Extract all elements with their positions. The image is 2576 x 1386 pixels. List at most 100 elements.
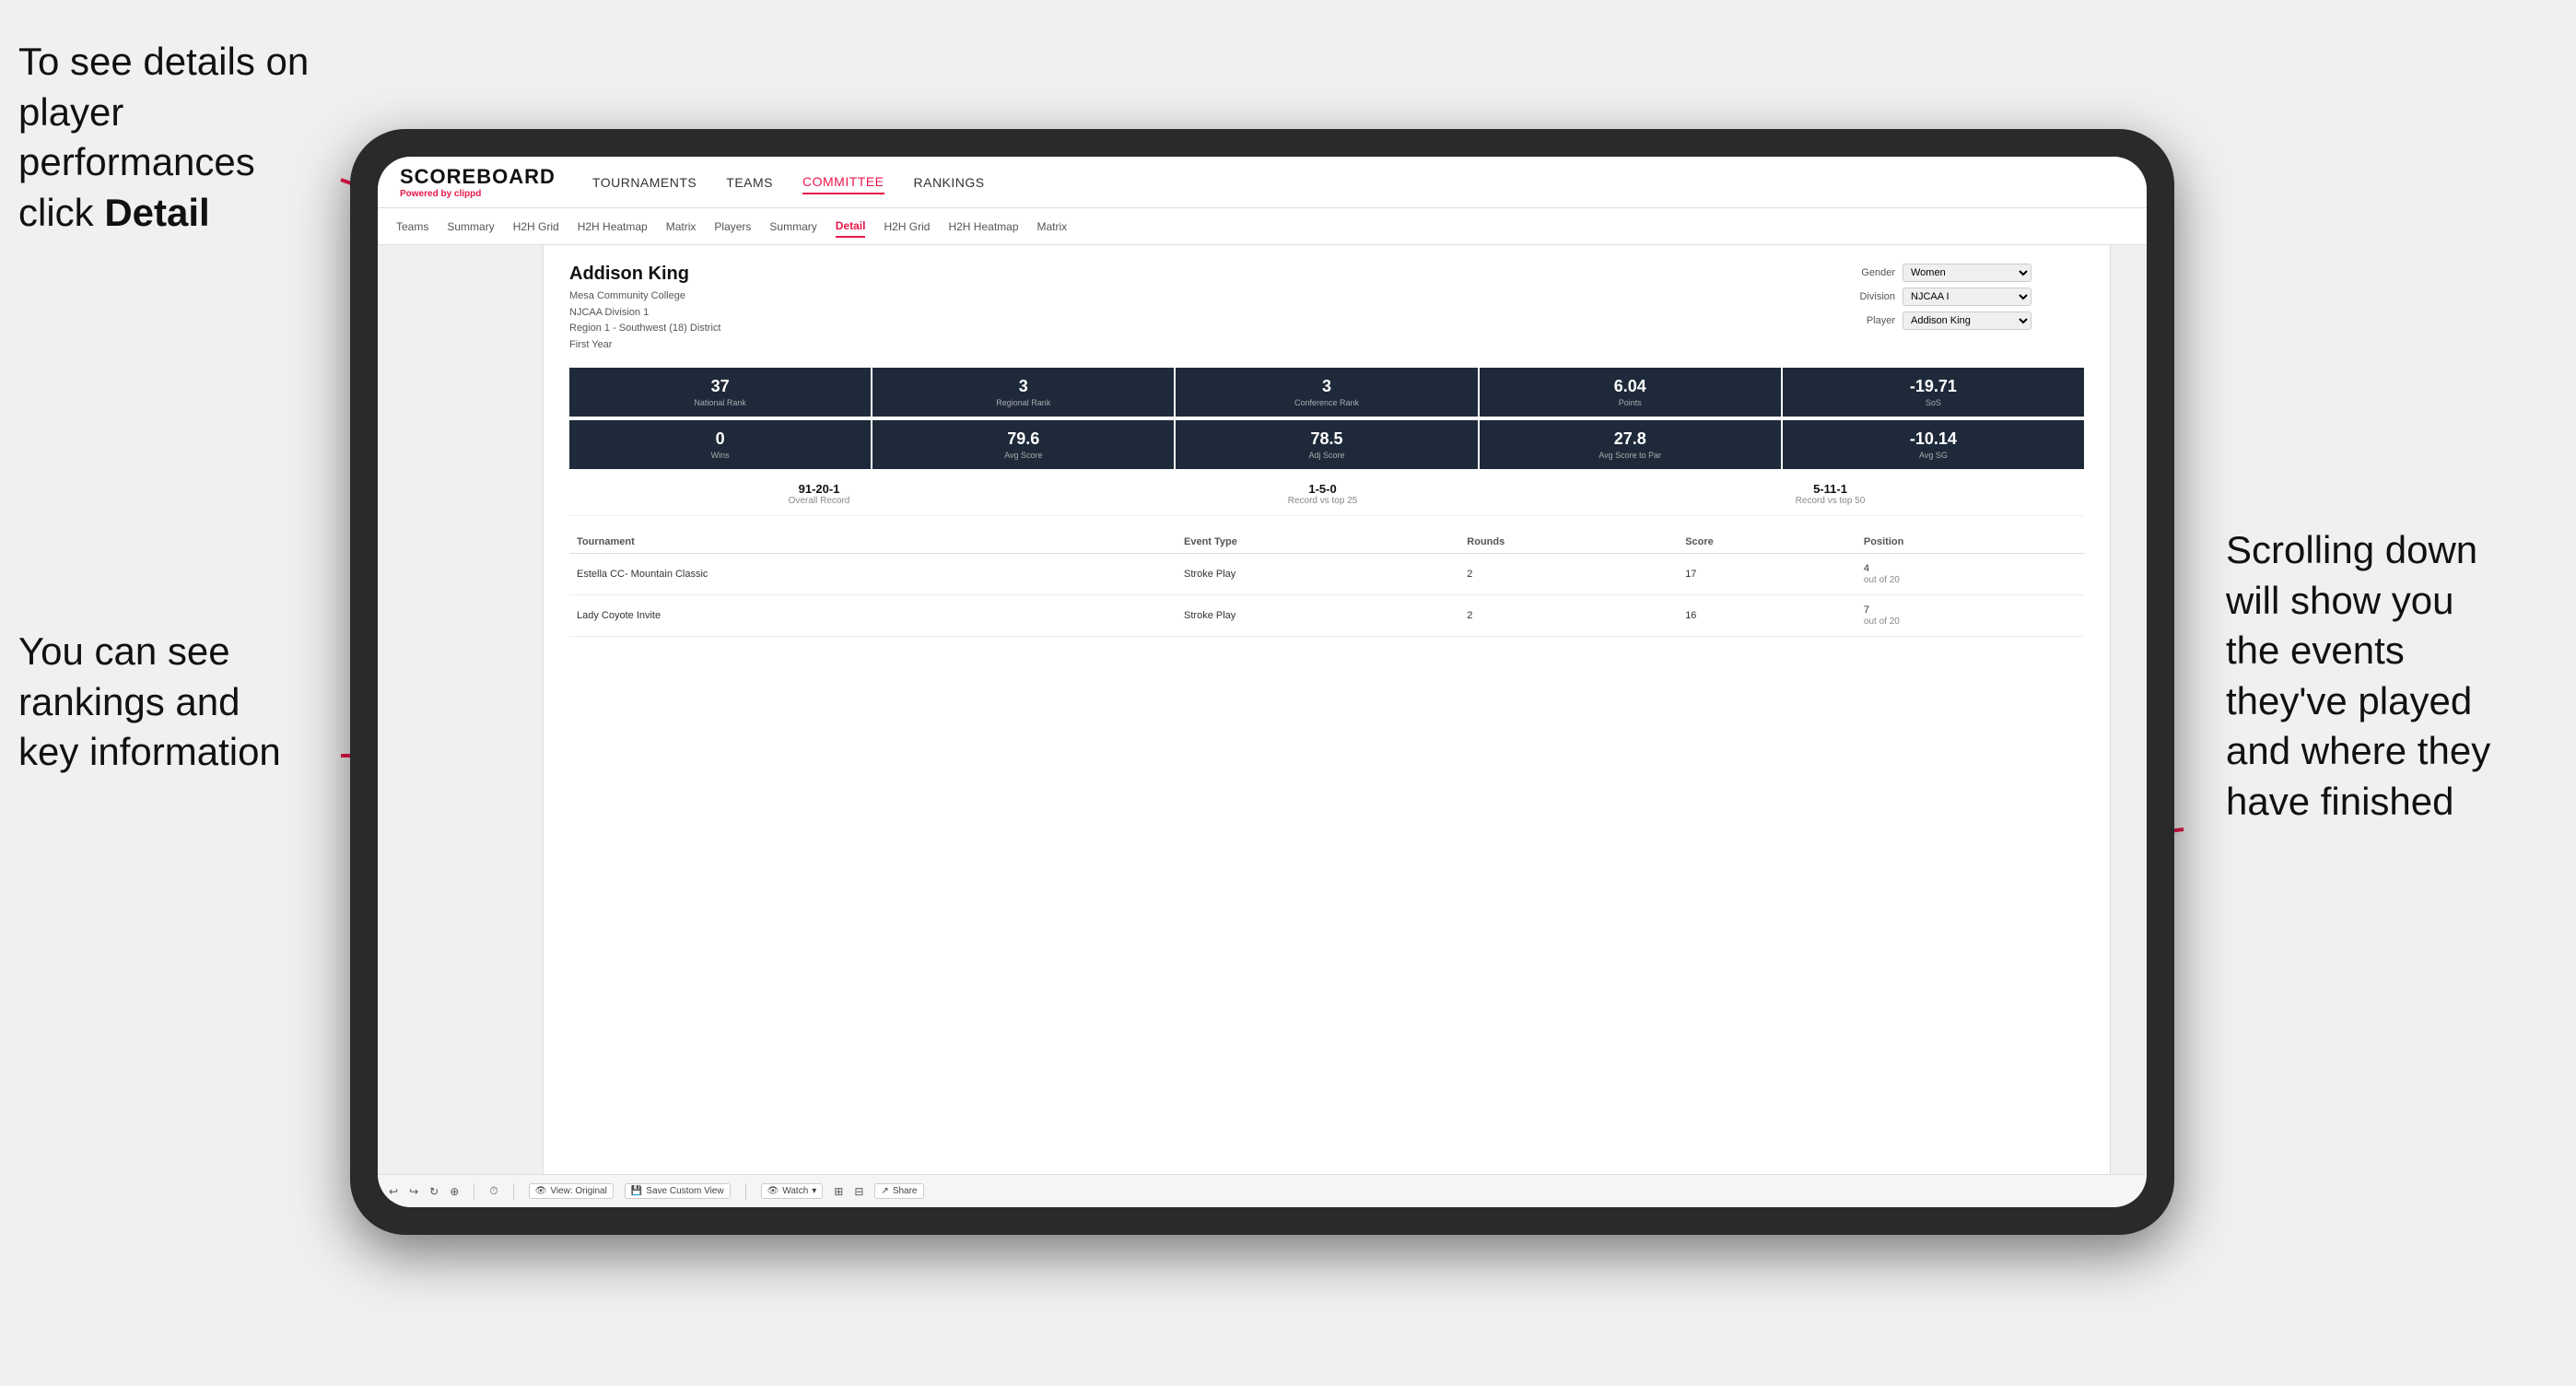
subnav-h2h-grid[interactable]: H2H Grid [513, 217, 559, 237]
division-select[interactable]: NJCAA I NJCAA II [1903, 288, 2032, 306]
player-division: NJCAA Division 1 [569, 307, 649, 318]
record-top25: 1-5-0 Record vs top 25 [1288, 482, 1358, 506]
clock-icon[interactable]: ⏱ [489, 1184, 498, 1198]
stat-avg-score-par: 27.8 Avg Score to Par [1480, 420, 1781, 469]
col-rounds: Rounds [1459, 531, 1678, 554]
main-content: Addison King Mesa Community College NJCA… [378, 245, 2147, 1174]
table-row: Lady Coyote Invite Stroke Play 2 16 7 ou… [569, 595, 2084, 637]
rounds-2: 2 [1459, 595, 1678, 637]
zoom-icon[interactable]: ⊕ [450, 1185, 459, 1198]
stat-sos: -19.71 SoS [1783, 368, 2084, 417]
subnav-detail[interactable]: Detail [836, 216, 866, 238]
player-name: Addison King [569, 264, 720, 285]
subnav-players[interactable]: Players [714, 217, 751, 237]
annotation-bottom-left: You can see rankings and key information [18, 627, 332, 778]
player-select[interactable]: Addison King [1903, 311, 2032, 330]
nav-tournaments[interactable]: TOURNAMENTS [592, 171, 697, 194]
nav-rankings[interactable]: RANKINGS [914, 171, 985, 194]
stat-avg-score: 79.6 Avg Score [872, 420, 1174, 469]
col-event-type: Event Type [1177, 531, 1459, 554]
separator-2 [513, 1183, 514, 1200]
subnav-summary2[interactable]: Summary [769, 217, 816, 237]
division-control: Division NJCAA I NJCAA II [1844, 288, 2084, 306]
annotation-right: Scrolling down will show you the events … [2226, 525, 2558, 828]
watch-btn[interactable]: 👁 Watch ▾ [761, 1183, 824, 1199]
score-1: 17 [1678, 554, 1856, 595]
stat-adj-score: 78.5 Adj Score [1176, 420, 1477, 469]
subnav-h2h-grid2[interactable]: H2H Grid [884, 217, 930, 237]
stats-row-2: 0 Wins 79.6 Avg Score 78.5 Adj Score 2 [569, 420, 2084, 469]
player-info: Addison King Mesa Community College NJCA… [569, 264, 720, 353]
logo-text: SCOREBOARD [400, 165, 556, 189]
left-sidebar [378, 245, 544, 1174]
position-2: 7 out of 20 [1856, 595, 2084, 637]
tournament-name-2: Lady Coyote Invite [569, 595, 1177, 637]
sub-nav: Teams Summary H2H Grid H2H Heatmap Matri… [378, 208, 2147, 245]
subnav-h2h-heatmap2[interactable]: H2H Heatmap [948, 217, 1018, 237]
stat-avg-sg: -10.14 Avg SG [1783, 420, 2084, 469]
player-year: First Year [569, 339, 612, 350]
event-type-1: Stroke Play [1177, 554, 1459, 595]
view-original-btn[interactable]: 👁 View: Original [529, 1183, 614, 1199]
player-label: Player [1844, 315, 1895, 326]
grid-icon[interactable]: ⊟ [854, 1185, 863, 1198]
share-icon: ↗ [881, 1186, 888, 1196]
table-header-row: Tournament Event Type Rounds Score Posit… [569, 531, 2084, 554]
separator-3 [745, 1183, 746, 1200]
col-empty [1074, 531, 1177, 554]
save-custom-view-btn[interactable]: 💾 Save Custom View [625, 1183, 731, 1199]
stats-row-1: 37 National Rank 3 Regional Rank 3 Confe… [569, 368, 2084, 417]
stat-conference-rank: 3 Conference Rank [1176, 368, 1477, 417]
bottom-toolbar: ↩ ↪ ↻ ⊕ ⏱ 👁 View: Original 💾 Save Custom… [378, 1174, 2147, 1207]
gender-select[interactable]: Women Men [1903, 264, 2032, 282]
top-nav-items: TOURNAMENTS TEAMS COMMITTEE RANKINGS [592, 170, 985, 194]
subnav-summary[interactable]: Summary [447, 217, 494, 237]
annotation-top-left: To see details on player performances cl… [18, 37, 332, 238]
stat-points: 6.04 Points [1480, 368, 1781, 417]
records-row: 91-20-1 Overall Record 1-5-0 Record vs t… [569, 473, 2084, 516]
player-college: Mesa Community College [569, 290, 685, 301]
view-icon: 👁 [535, 1186, 547, 1196]
subnav-teams[interactable]: Teams [396, 217, 428, 237]
watch-chevron: ▾ [812, 1186, 816, 1196]
tournament-name-1: Estella CC- Mountain Classic [569, 554, 1177, 595]
save-icon: 💾 [631, 1186, 642, 1196]
content-area: Addison King Mesa Community College NJCA… [544, 245, 2110, 1174]
undo-icon[interactable]: ↩ [389, 1185, 398, 1198]
col-position: Position [1856, 531, 2084, 554]
nav-committee[interactable]: COMMITTEE [802, 170, 884, 194]
division-label: Division [1844, 291, 1895, 302]
record-overall: 91-20-1 Overall Record [789, 482, 850, 506]
player-control: Player Addison King [1844, 311, 2084, 330]
col-score: Score [1678, 531, 1856, 554]
player-header: Addison King Mesa Community College NJCA… [569, 264, 2084, 353]
subnav-h2h-heatmap[interactable]: H2H Heatmap [578, 217, 648, 237]
position-1: 4 out of 20 [1856, 554, 2084, 595]
col-tournament: Tournament [569, 531, 1074, 554]
layout-icon[interactable]: ⊞ [834, 1185, 843, 1198]
table-row: Estella CC- Mountain Classic Stroke Play… [569, 554, 2084, 595]
redo-icon[interactable]: ↪ [409, 1185, 418, 1198]
tablet-screen: SCOREBOARD Powered by clippd TOURNAMENTS… [378, 157, 2147, 1207]
subnav-matrix[interactable]: Matrix [666, 217, 697, 237]
nav-teams[interactable]: TEAMS [726, 171, 773, 194]
rounds-1: 2 [1459, 554, 1678, 595]
tournament-table: Tournament Event Type Rounds Score Posit… [569, 531, 2084, 637]
share-btn[interactable]: ↗ Share [874, 1183, 923, 1199]
gender-control: Gender Women Men [1844, 264, 2084, 282]
record-top50: 5-11-1 Record vs top 50 [1796, 482, 1866, 506]
logo-sub: Powered by clippd [400, 189, 556, 199]
subnav-matrix2[interactable]: Matrix [1037, 217, 1068, 237]
watch-icon: 👁 [767, 1186, 779, 1196]
top-nav: SCOREBOARD Powered by clippd TOURNAMENTS… [378, 157, 2147, 208]
gender-label: Gender [1844, 267, 1895, 278]
refresh-icon[interactable]: ↻ [429, 1185, 439, 1198]
player-controls: Gender Women Men Division NJCAA I [1844, 264, 2084, 353]
right-sidebar [2110, 245, 2147, 1174]
tablet-shell: SCOREBOARD Powered by clippd TOURNAMENTS… [350, 129, 2174, 1235]
player-region: Region 1 - Southwest (18) District [569, 323, 720, 334]
stat-regional-rank: 3 Regional Rank [872, 368, 1174, 417]
event-type-2: Stroke Play [1177, 595, 1459, 637]
score-2: 16 [1678, 595, 1856, 637]
stat-national-rank: 37 National Rank [569, 368, 871, 417]
